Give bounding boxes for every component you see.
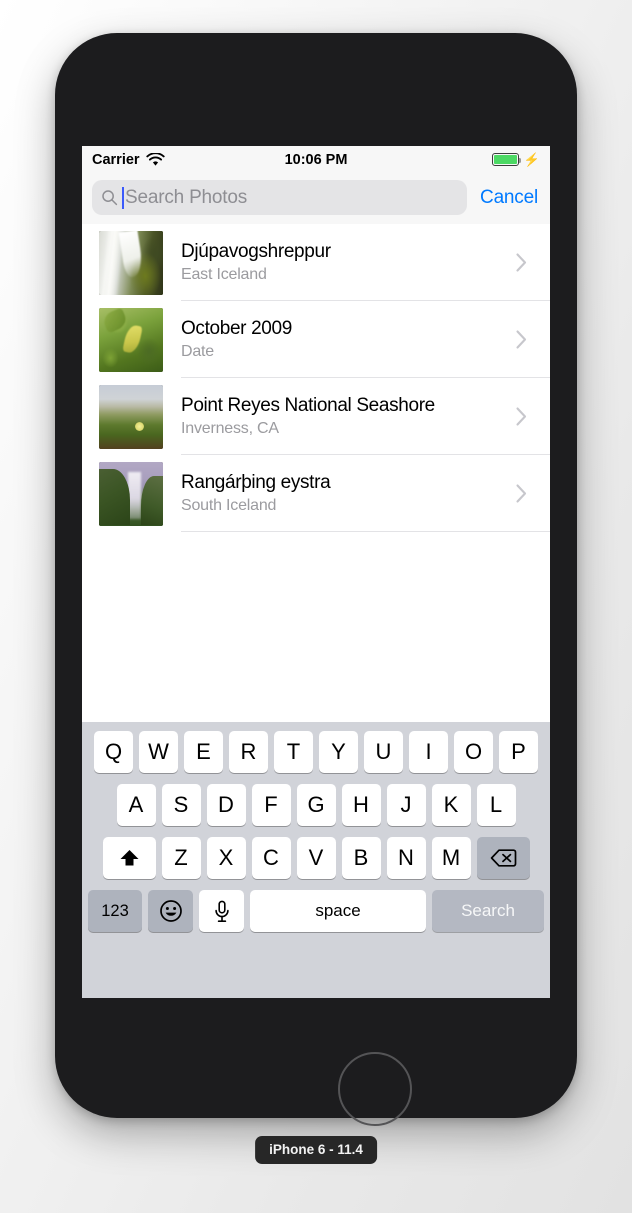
key-q[interactable]: Q [94,731,133,773]
key-y[interactable]: Y [319,731,358,773]
key-u[interactable]: U [364,731,403,773]
keyboard-row-1: Q W E R T Y U I O P [82,731,550,773]
result-text: Djúpavogshreppur East Iceland [181,241,515,285]
key-o[interactable]: O [454,731,493,773]
result-subtitle: Date [181,343,214,361]
table-row[interactable]: Point Reyes National Seashore Inverness,… [82,378,550,455]
result-text: Rangárþing eystra South Iceland [181,472,515,516]
result-subtitle: South Iceland [181,497,277,515]
search-placeholder: Search Photos [125,186,248,208]
numbers-key[interactable]: 123 [88,890,142,932]
backspace-delete-icon[interactable] [476,837,530,879]
key-s[interactable]: S [161,784,201,826]
result-subtitle: Inverness, CA [181,420,279,438]
key-v[interactable]: V [296,837,336,879]
keyboard-row-2: A S D F G H J K L [82,784,550,826]
shift-up-arrow-icon[interactable] [102,837,156,879]
shift-arrow-glyph [120,850,138,866]
chevron-right-icon [516,330,527,349]
cancel-button[interactable]: Cancel [467,187,540,209]
chevron-right-icon [516,407,527,426]
result-title: October 2009 [181,317,292,339]
emoji-smiley-icon[interactable] [148,890,193,932]
backspace-glyph [490,849,516,867]
search-return-key[interactable]: Search [432,890,544,932]
key-d[interactable]: D [206,784,246,826]
table-row[interactable]: October 2009 Date [82,301,550,378]
battery-full-icon [491,153,522,166]
result-title: Djúpavogshreppur [181,240,331,262]
key-z[interactable]: Z [161,837,201,879]
text-cursor [122,186,124,209]
key-h[interactable]: H [341,784,381,826]
home-button[interactable] [338,1052,412,1126]
key-r[interactable]: R [229,731,268,773]
result-thumbnail [99,461,163,526]
table-row[interactable]: Djúpavogshreppur East Iceland [82,224,550,301]
key-x[interactable]: X [206,837,246,879]
microphone-icon[interactable] [199,890,244,932]
table-row[interactable]: Rangárþing eystra South Iceland [82,455,550,532]
key-e[interactable]: E [184,731,223,773]
result-subtitle: East Iceland [181,266,267,284]
key-b[interactable]: B [341,837,381,879]
keyboard-row-4: 123 space Search [82,890,550,932]
key-l[interactable]: L [476,784,516,826]
status-bar-left: Carrier [92,152,165,168]
microphone-glyph [214,900,229,922]
key-t[interactable]: T [274,731,313,773]
result-thumbnail [99,230,163,295]
screenshot-stage: Carrier 10:06 PM ⚡ Search Photos Cancel … [0,0,632,1213]
key-k[interactable]: K [431,784,471,826]
key-w[interactable]: W [139,731,178,773]
key-c[interactable]: C [251,837,291,879]
result-text: October 2009 Date [181,318,515,362]
emoji-glyph [159,900,182,922]
key-n[interactable]: N [386,837,426,879]
key-i[interactable]: I [409,731,448,773]
key-g[interactable]: G [296,784,336,826]
result-thumbnail [99,307,163,372]
keyboard-row-3: Z X C V B N M [82,837,550,879]
onscreen-keyboard: Q W E R T Y U I O P A S D F G H J K L Z … [82,722,550,998]
key-m[interactable]: M [431,837,471,879]
simulator-device-label: iPhone 6 - 11.4 [255,1136,377,1164]
wifi-icon [145,152,165,166]
search-bar: Search Photos Cancel [82,173,550,224]
charging-bolt-icon: ⚡ [523,152,540,167]
result-title: Point Reyes National Seashore [181,394,435,416]
key-p[interactable]: P [499,731,538,773]
status-bar-right: ⚡ [491,152,540,167]
space-key[interactable]: space [250,890,426,932]
result-title: Rangárþing eystra [181,471,331,493]
chevron-right-icon [516,253,527,272]
key-f[interactable]: F [251,784,291,826]
status-bar: Carrier 10:06 PM ⚡ [82,146,550,173]
search-input[interactable]: Search Photos [92,180,468,215]
key-j[interactable]: J [386,784,426,826]
carrier-label: Carrier [92,151,140,168]
device-screen: Carrier 10:06 PM ⚡ Search Photos Cancel … [82,146,550,998]
key-a[interactable]: A [116,784,156,826]
result-thumbnail [99,384,163,449]
search-results-list: Djúpavogshreppur East Iceland October 20… [82,224,550,532]
search-icon [102,190,118,206]
result-text: Point Reyes National Seashore Inverness,… [181,395,515,439]
chevron-right-icon [516,484,527,503]
